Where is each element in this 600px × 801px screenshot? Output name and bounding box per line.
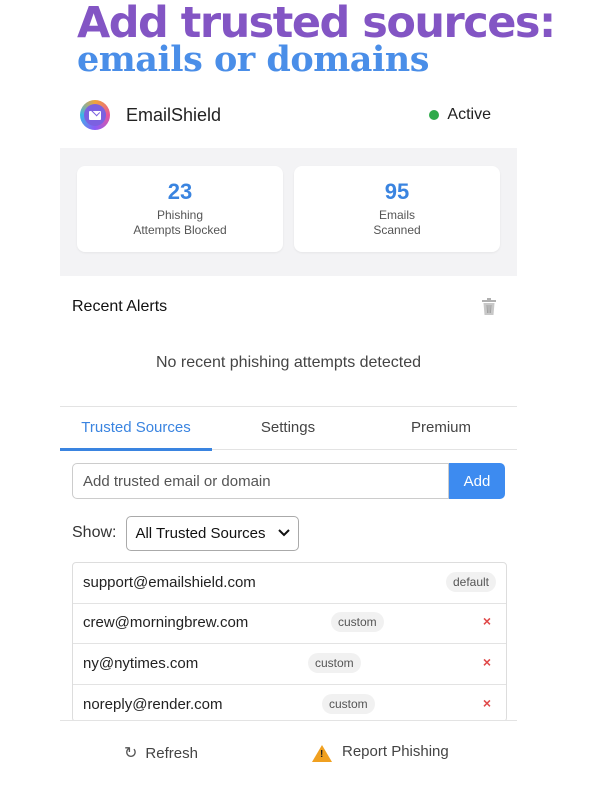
popup-header: EmailShield Active [60,86,517,149]
list-item: crew@morningbrew.com custom × [73,603,506,644]
source-type-badge: custom [331,612,384,632]
chevron-down-icon [277,529,290,537]
app-name: EmailShield [126,105,222,125]
stats-section: 23 Phishing Attempts Blocked 95 Emails S… [60,148,517,276]
refresh-button[interactable]: ↻ Refresh [124,743,198,763]
empty-alerts-message: No recent phishing attempts detected [155,354,422,371]
filter-label: Show: [72,524,117,541]
stat-value: 95 [384,179,410,204]
list-item: noreply@render.com custom × [73,685,506,721]
extension-popup: EmailShield Active 23 Phishing Attempts … [60,86,517,801]
stat-label: Phishing Attempts Blocked [77,208,283,238]
tab-settings[interactable]: Settings [212,407,364,449]
report-label: Report Phishing [342,743,449,760]
stat-label-line1: Phishing [156,208,204,222]
source-type-badge: custom [322,694,375,714]
tab-trusted-sources[interactable]: Trusted Sources [60,407,212,451]
stat-card-phishing-blocked: 23 Phishing Attempts Blocked [77,166,283,252]
status-text: Active [447,106,491,123]
add-source-row: Add [72,463,505,501]
source-type-badge: default [445,572,496,592]
source-email: noreply@render.com [83,696,223,713]
trusted-sources-list: support@emailshield.com default crew@mor… [72,562,507,722]
tab-premium[interactable]: Premium [365,407,517,449]
filter-select[interactable]: All Trusted Sources [126,515,299,551]
stat-label-line1: Emails [378,208,415,222]
email-shield-logo-icon [80,100,110,130]
recent-alerts-title: Recent Alerts [72,298,168,315]
trusted-source-input[interactable] [72,463,449,499]
refresh-icon: ↻ [124,745,138,762]
source-email: support@emailshield.com [83,574,256,591]
stat-card-emails-scanned: 95 Emails Scanned [294,166,500,252]
status-dot-icon [429,110,440,120]
source-type-badge: custom [308,653,361,673]
stat-label-line2: Scanned [373,223,421,237]
stat-label: Emails Scanned [294,208,500,238]
refresh-label: Refresh [145,744,198,762]
report-phishing-button[interactable]: Report Phishing [312,743,449,762]
stat-value: 23 [167,179,193,204]
filter-row: Show: All Trusted Sources [72,515,299,551]
promo-heading: Add trusted sources: emails or domains [77,0,556,80]
tab-bar: Trusted Sources Settings Premium [60,406,517,451]
remove-source-icon[interactable]: × [483,695,491,711]
remove-source-icon[interactable]: × [483,654,491,670]
remove-source-icon[interactable]: × [483,613,491,629]
status-indicator: Active [429,106,491,124]
filter-selected-value: All Trusted Sources [135,524,266,542]
add-button[interactable]: Add [449,463,505,499]
source-email: ny@nytimes.com [83,655,199,672]
stat-label-line2: Attempts Blocked [133,223,227,237]
warning-icon [312,745,332,762]
source-email: crew@morningbrew.com [83,614,249,631]
list-item: ny@nytimes.com custom × [73,644,506,685]
trash-icon[interactable] [481,298,497,316]
promo-title-line1: Add trusted sources: [77,0,556,48]
popup-footer: ↻ Refresh Report Phishing [60,720,517,801]
list-item: support@emailshield.com default [73,563,506,604]
